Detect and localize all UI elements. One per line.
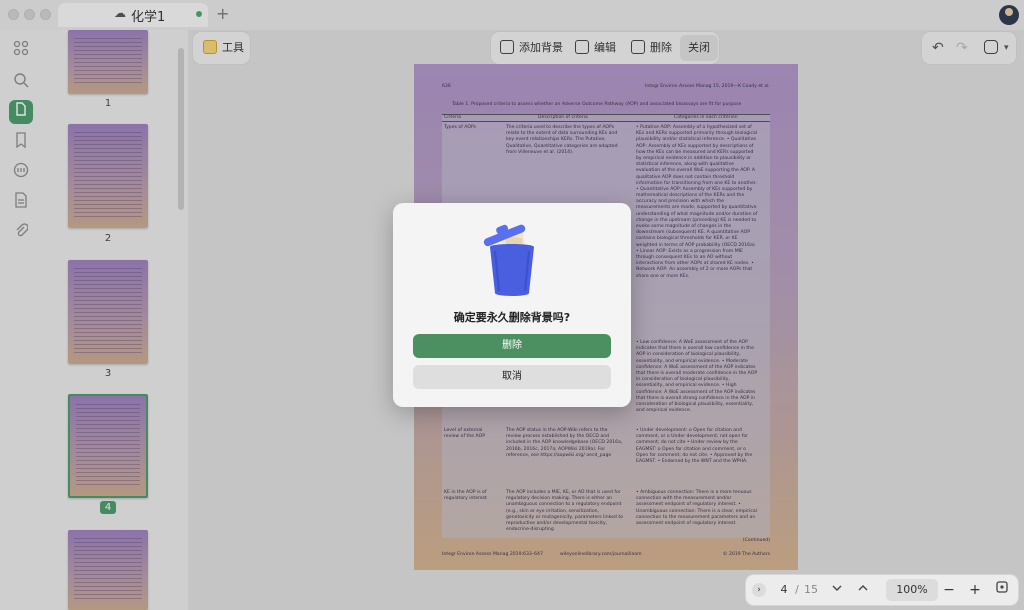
zoom-out-icon[interactable]: − <box>942 575 956 605</box>
delete-background-dialog: 确定要永久删除背景吗? 删除 取消 <box>393 203 631 407</box>
fit-page-icon[interactable] <box>994 575 1010 605</box>
zoom-level[interactable]: 100% <box>886 579 938 601</box>
cancel-button[interactable]: 取消 <box>413 365 611 389</box>
previous-page-icon[interactable] <box>856 575 870 605</box>
page-navigation-bar: › 4 / 15 100% − + <box>746 575 1018 605</box>
confirm-delete-button[interactable]: 删除 <box>413 334 611 358</box>
chevron-right-icon[interactable]: › <box>752 583 766 597</box>
current-page-input[interactable]: 4 <box>776 575 792 605</box>
dialog-message: 确定要永久删除背景吗? <box>453 311 571 324</box>
zoom-in-icon[interactable]: + <box>968 575 982 605</box>
trash-can-icon <box>482 221 542 301</box>
next-page-icon[interactable] <box>830 575 844 605</box>
page-separator: / <box>795 583 799 596</box>
total-pages: 15 <box>804 583 818 596</box>
